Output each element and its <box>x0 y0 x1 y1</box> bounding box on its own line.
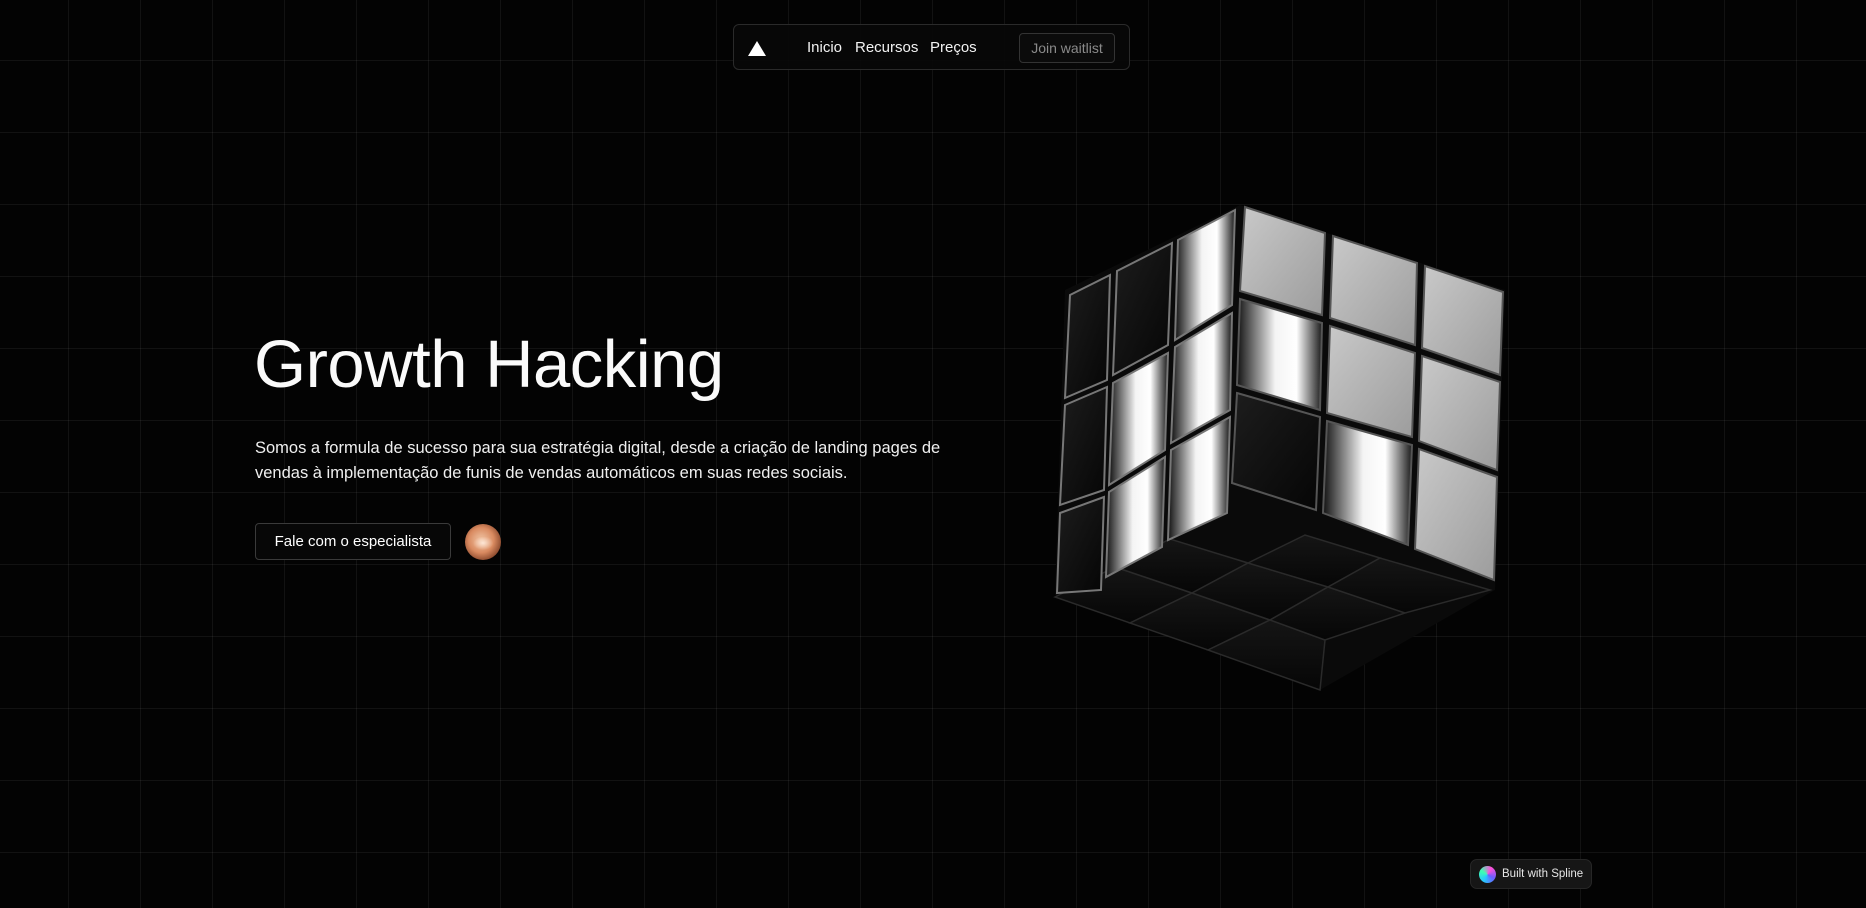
join-waitlist-button[interactable]: Join waitlist <box>1019 33 1115 63</box>
top-nav: Inicio Recursos Preços Join waitlist <box>733 24 1130 70</box>
triangle-logo-icon[interactable] <box>748 41 766 56</box>
hero-title: Growth Hacking <box>254 327 724 402</box>
nav-link-precos[interactable]: Preços <box>930 39 977 56</box>
rubiks-cube-illustration <box>1053 205 1505 692</box>
avatar[interactable] <box>465 524 501 560</box>
nav-link-inicio[interactable]: Inicio <box>807 39 842 56</box>
nav-link-recursos[interactable]: Recursos <box>855 39 918 56</box>
spline-logo-icon <box>1479 865 1496 883</box>
spline-badge-label: Built with Spline <box>1502 868 1584 880</box>
contact-specialist-button[interactable]: Fale com o especialista <box>255 523 451 560</box>
hero-description: Somos a formula de sucesso para sua estr… <box>255 439 941 482</box>
page: Inicio Recursos Preços Join waitlist Gro… <box>0 0 1866 908</box>
built-with-spline-badge[interactable]: Built with Spline <box>1470 859 1592 889</box>
